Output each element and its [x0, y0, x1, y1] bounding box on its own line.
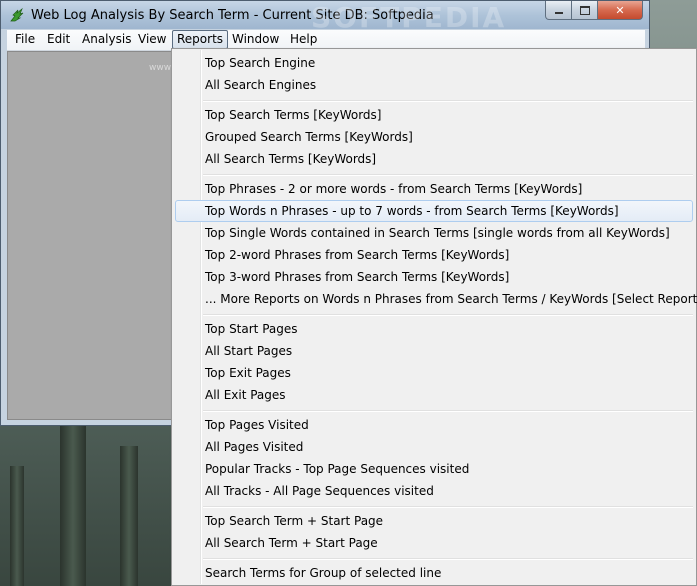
- menu-item-all-tracks[interactable]: All Tracks - All Page Sequences visited: [175, 480, 693, 502]
- close-icon: ✕: [615, 3, 625, 17]
- menu-item-top-pages-visited[interactable]: Top Pages Visited: [175, 414, 693, 436]
- minimize-icon: [554, 12, 563, 14]
- menu-item-more-reports[interactable]: ... More Reports on Words n Phrases from…: [175, 288, 697, 310]
- menu-item-label: Top Words n Phrases - up to 7 words - fr…: [205, 204, 619, 218]
- menu-separator: [203, 100, 693, 102]
- tree-trunk: [120, 446, 138, 586]
- menu-item-popular-tracks[interactable]: Popular Tracks - Top Page Sequences visi…: [175, 458, 693, 480]
- minimize-button[interactable]: [545, 1, 572, 20]
- menu-separator: [203, 174, 693, 176]
- menu-item-search-terms-for-group[interactable]: Search Terms for Group of selected line: [175, 562, 693, 584]
- menu-item-label: Search Terms for Group of selected line: [205, 566, 442, 580]
- menu-item-label: Top 2-word Phrases from Search Terms [Ke…: [205, 248, 510, 262]
- menu-item-all-search-term-start-page[interactable]: All Search Term + Start Page: [175, 532, 693, 554]
- close-button[interactable]: ✕: [598, 1, 643, 20]
- green-leaf-icon[interactable]: [9, 7, 25, 23]
- menu-item-grouped-search-terms[interactable]: Grouped Search Terms [KeyWords]: [175, 126, 693, 148]
- menu-item-label: Popular Tracks - Top Page Sequences visi…: [205, 462, 470, 476]
- menu-view[interactable]: View: [134, 31, 170, 48]
- menu-item-top-search-engine[interactable]: Top Search Engine: [175, 52, 693, 74]
- menu-item-top-single-words[interactable]: Top Single Words contained in Search Ter…: [175, 222, 693, 244]
- menu-item-label: All Pages Visited: [205, 440, 304, 454]
- menu-item-all-exit-pages[interactable]: All Exit Pages: [175, 384, 693, 406]
- menu-item-label: Top Search Term + Start Page: [205, 514, 384, 528]
- menu-help[interactable]: Help: [286, 31, 321, 48]
- maximize-icon: [579, 5, 590, 15]
- tree-trunk: [10, 466, 24, 586]
- menu-item-label: Top Search Engine: [205, 56, 316, 70]
- maximize-button[interactable]: [572, 1, 598, 20]
- menu-item-label: Top 3-word Phrases from Search Terms [Ke…: [205, 270, 510, 284]
- menu-item-top-search-term-start-page[interactable]: Top Search Term + Start Page: [175, 510, 693, 532]
- menu-edit[interactable]: Edit: [43, 31, 74, 48]
- menu-separator: [203, 314, 693, 316]
- title-bar[interactable]: Web Log Analysis By Search Term - Curren…: [1, 1, 649, 34]
- menu-analysis[interactable]: Analysis: [78, 31, 135, 48]
- menu-item-top-start-pages[interactable]: Top Start Pages: [175, 318, 693, 340]
- menu-item-label: Top Single Words contained in Search Ter…: [205, 226, 670, 240]
- menu-separator: [203, 558, 693, 560]
- menu-item-label: All Start Pages: [205, 344, 293, 358]
- menu-item-top-phrases[interactable]: Top Phrases - 2 or more words - from Sea…: [175, 178, 693, 200]
- menu-item-top-3-word-phrases[interactable]: Top 3-word Phrases from Search Terms [Ke…: [175, 266, 693, 288]
- menu-reports[interactable]: Reports: [172, 30, 229, 49]
- menu-item-label: All Search Engines: [205, 78, 317, 92]
- menu-item-label: All Search Term + Start Page: [205, 536, 378, 550]
- menu-item-label: Top Search Terms [KeyWords]: [205, 108, 382, 122]
- menu-item-label: All Exit Pages: [205, 388, 286, 402]
- menu-separator: [203, 410, 693, 412]
- menu-item-all-pages-visited[interactable]: All Pages Visited: [175, 436, 693, 458]
- menu-item-top-exit-pages[interactable]: Top Exit Pages: [175, 362, 693, 384]
- menu-item-label: Top Pages Visited: [205, 418, 309, 432]
- menu-file[interactable]: File: [11, 31, 39, 48]
- tree-trunk: [60, 426, 86, 586]
- menu-item-label: All Tracks - All Page Sequences visited: [205, 484, 434, 498]
- menu-item-top-search-terms[interactable]: Top Search Terms [KeyWords]: [175, 104, 693, 126]
- menu-item-all-start-pages[interactable]: All Start Pages: [175, 340, 693, 362]
- menu-item-label: ... More Reports on Words n Phrases from…: [205, 292, 697, 306]
- menu-item-label: Grouped Search Terms [KeyWords]: [205, 130, 413, 144]
- menu-item-label: Top Exit Pages: [205, 366, 291, 380]
- menu-window[interactable]: Window: [228, 31, 283, 48]
- menu-item-all-search-engines[interactable]: All Search Engines: [175, 74, 693, 96]
- menu-item-all-search-terms[interactable]: All Search Terms [KeyWords]: [175, 148, 693, 170]
- menu-separator: [203, 506, 693, 508]
- menu-item-label: Top Phrases - 2 or more words - from Sea…: [205, 182, 583, 196]
- menu-item-top-2-word-phrases[interactable]: Top 2-word Phrases from Search Terms [Ke…: [175, 244, 693, 266]
- caption-buttons: ✕: [545, 1, 643, 21]
- menu-item-label: Top Start Pages: [205, 322, 298, 336]
- menu-item-top-words-n-phrases[interactable]: Top Words n Phrases - up to 7 words - fr…: [175, 200, 693, 222]
- reports-dropdown-menu: Top Search Engine All Search Engines Top…: [171, 48, 697, 586]
- menu-item-label: All Search Terms [KeyWords]: [205, 152, 377, 166]
